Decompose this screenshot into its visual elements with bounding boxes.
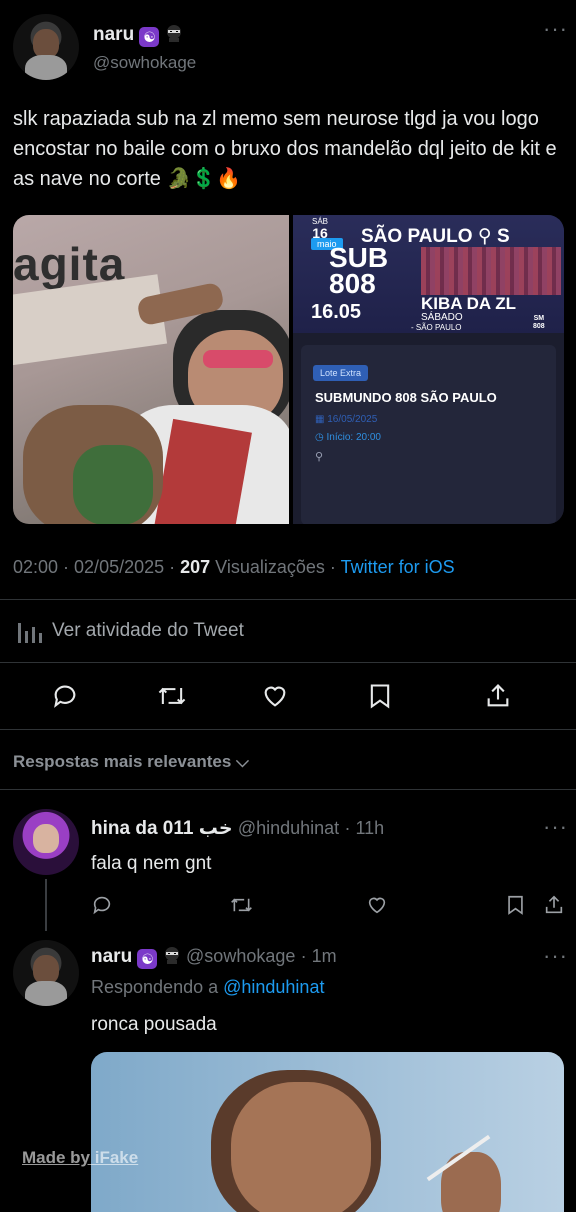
reply1-like-icon[interactable]	[366, 894, 388, 916]
tweet-source[interactable]: Twitter for iOS	[341, 557, 455, 577]
event-date: 16.05	[311, 301, 362, 323]
chevron-down-icon: ⌵	[236, 752, 249, 771]
artist-name: KIBA DA ZL	[421, 294, 517, 313]
tweet-emojis: 🐊💲🔥	[166, 168, 242, 190]
share-icon[interactable]	[484, 682, 512, 710]
ticket-event-title: SUBMUNDO 808 SÃO PAULO	[315, 390, 497, 405]
tweet-meta: 02:00 · 02/05/2025 · 207 Visualizações ·…	[13, 557, 455, 578]
reply2-mention[interactable]: @hinduhinat	[223, 977, 324, 997]
yin-yang-icon: ☯	[139, 27, 160, 47]
author-name-row[interactable]: naru ☯	[93, 24, 183, 47]
reply1-header: hina da 011 خب @hinduhinat · 11h	[91, 817, 384, 840]
reply2-display-name[interactable]: naru	[91, 946, 132, 967]
reply2-text: ronca pousada	[91, 1014, 217, 1035]
reply1-action-bar	[0, 893, 576, 919]
media-photo-left[interactable]: agita	[13, 215, 289, 524]
reply1-reply-icon[interactable]	[91, 894, 113, 916]
reply2-more-icon[interactable]: ···	[543, 945, 568, 967]
reply1-time: · 11h	[344, 818, 385, 838]
action-bar	[0, 681, 576, 711]
media-ticket-right[interactable]: SÁB 16 maio SÃO PAULO ⚲ S SUB 808 16.05 …	[293, 215, 564, 524]
reply2-yin-yang-icon: ☯	[137, 949, 158, 969]
reply1-display-name[interactable]: hina da 011	[91, 818, 193, 839]
watermark: Made by iFake	[22, 1148, 139, 1167]
views-count: 207	[180, 557, 211, 577]
author-handle[interactable]: @sowhokage	[93, 53, 196, 73]
reply2-ninja-icon	[164, 947, 179, 964]
reply1-avatar[interactable]	[13, 809, 79, 875]
lot-badge: Lote Extra	[313, 365, 369, 381]
replies-sort-button[interactable]: Respostas mais relevantes ⌵	[13, 752, 249, 772]
bookmark-icon[interactable]	[367, 682, 393, 710]
avatar[interactable]	[13, 14, 79, 80]
ticket-time-row: ◷ Início: 20:00	[315, 432, 381, 443]
reply1-name-suffix: خب	[198, 818, 233, 839]
weekday-label: SÁBADO	[421, 312, 463, 323]
location-icon: ⚲	[315, 451, 324, 463]
calendar-icon: ▦	[315, 414, 325, 425]
ninja-icon	[166, 25, 181, 42]
more-icon[interactable]: ···	[543, 18, 568, 40]
analytics-icon[interactable]	[17, 619, 43, 643]
ticket-info-card[interactable]: Lote Extra SUBMUNDO 808 SÃO PAULO ▦ 16/0…	[301, 345, 556, 524]
place-label: - SÃO PAULO	[411, 323, 462, 332]
reply2-replying-to: Respondendo a @hinduhinat	[91, 977, 325, 997]
display-name[interactable]: naru	[93, 24, 134, 45]
event-808: 808	[329, 268, 376, 299]
media-grid[interactable]: agita SÁB 16 maio SÃO PAULO ⚲ S SUB 808 …	[13, 215, 564, 524]
clock-icon: ◷	[315, 432, 324, 443]
reply2-time: · 1m	[300, 946, 337, 966]
tweet-text: slk rapaziada sub na zl memo sem neurose…	[13, 104, 569, 194]
views-label: Visualizações ·	[210, 557, 341, 577]
reply2-avatar[interactable]	[13, 940, 79, 1006]
reply-icon[interactable]	[51, 682, 79, 710]
reply2-photo[interactable]	[91, 1052, 564, 1212]
ticket-date-row: ▦ 16/05/2025	[315, 414, 378, 425]
reply1-more-icon[interactable]: ···	[543, 816, 568, 838]
tweet-body: slk rapaziada sub na zl memo sem neurose…	[13, 108, 557, 190]
ticket-poster: SÁB 16 maio SÃO PAULO ⚲ S SUB 808 16.05 …	[293, 215, 564, 333]
reply1-bookmark-icon[interactable]	[505, 894, 526, 916]
reply1-share-icon[interactable]	[543, 894, 565, 916]
brand-logo: SM 808	[533, 315, 545, 330]
reply2-header: naru ☯ @sowhokage · 1m	[91, 946, 337, 969]
retweet-icon[interactable]	[156, 682, 188, 710]
reply1-retweet-icon[interactable]	[229, 894, 254, 916]
reply2-handle[interactable]: @sowhokage	[186, 946, 295, 966]
reply1-handle[interactable]: @hinduhinat	[238, 818, 339, 838]
tweet-time: 02:00 · 02/05/2025 ·	[13, 557, 181, 577]
like-icon[interactable]	[261, 682, 289, 710]
reply1-text: fala q nem gnt	[91, 853, 212, 874]
view-activity-link[interactable]: Ver atividade do Tweet	[52, 620, 244, 642]
